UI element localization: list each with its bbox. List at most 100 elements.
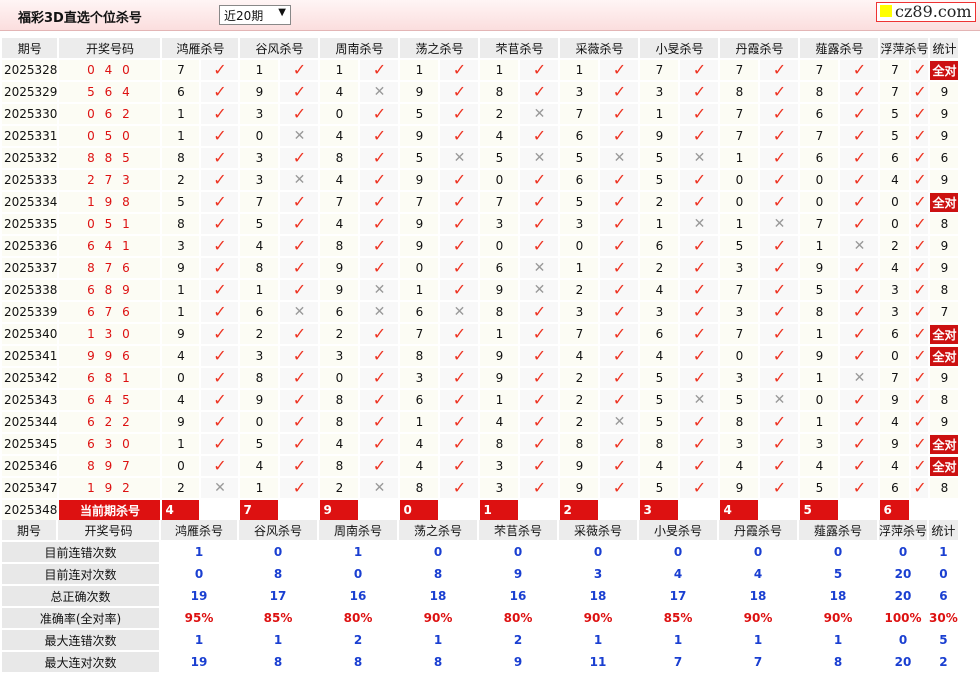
row-stat-value: 9	[940, 107, 949, 121]
col-header-expert: 采薇杀号	[560, 38, 639, 58]
result-mark: ✓	[600, 346, 639, 366]
checkmark-icon: ✓	[772, 126, 787, 145]
kill-number: 9	[480, 368, 519, 388]
kill-number: 4	[640, 280, 679, 300]
row-stat: 9	[930, 104, 959, 124]
kill-number: 7	[560, 324, 599, 344]
stats-value: 19	[190, 655, 208, 669]
result-mark: ✓	[440, 434, 479, 454]
table-row: 2025332 8 8 5 8 ✓ 3 ✓ 8 ✓ 5 ✕ 5 ✕ 5 ✕ 5 ✕ 1 ✓ 6 ✓ 6 ✓ 6	[2, 148, 959, 168]
kill-number: 1	[800, 412, 839, 432]
issue-number: 2025344	[2, 412, 58, 432]
checkmark-icon: ✓	[612, 280, 627, 299]
row-stat: 全对	[930, 434, 959, 454]
result-mark: ✓	[840, 390, 879, 410]
kill-number: 4	[320, 126, 359, 146]
checkmark-icon: ✓	[372, 258, 387, 277]
stats-value: 1	[833, 633, 843, 647]
kill-number: 5	[800, 280, 839, 300]
checkmark-icon: ✓	[452, 258, 467, 277]
col-header-expert: 浮萍杀号	[880, 38, 929, 58]
kill-number: 9	[880, 434, 910, 454]
checkmark-icon: ✓	[532, 324, 547, 343]
result-mark: ✓	[280, 60, 319, 80]
checkmark-icon: ✓	[213, 456, 227, 475]
checkmark-icon: ✓	[852, 346, 867, 365]
result-mark: ✓	[280, 104, 319, 124]
stats-value: 20	[894, 589, 912, 603]
result-mark: ✓	[520, 346, 559, 366]
result-mark: ✓	[680, 368, 719, 388]
kill-number: 7	[720, 60, 759, 80]
checkmark-icon: ✓	[913, 236, 927, 255]
result-mark: ✓	[760, 456, 799, 476]
kill-number: 5	[880, 104, 910, 124]
row-stat: 7	[930, 302, 959, 322]
row-stat-value: 9	[940, 85, 949, 99]
site-logo[interactable]: cz89.com	[876, 2, 976, 22]
checkmark-icon: ✓	[692, 258, 707, 277]
all-correct-badge: 全对	[930, 456, 959, 476]
current-kill-number: 0	[400, 500, 439, 520]
result-mark: ✓	[680, 104, 719, 124]
checkmark-icon: ✓	[372, 456, 387, 475]
draw-number: 2 7 3	[59, 170, 161, 190]
result-mark: ✓	[280, 82, 319, 102]
stats-value: 18	[749, 589, 767, 603]
row-stat: 9	[930, 258, 959, 278]
checkmark-icon: ✓	[452, 192, 467, 211]
checkmark-icon: ✓	[913, 60, 927, 79]
kill-number: 1	[240, 478, 279, 498]
issue-number: 2025346	[2, 456, 58, 476]
kill-number: 9	[800, 346, 839, 366]
kill-number: 2	[320, 324, 359, 344]
cross-icon: ✕	[453, 150, 466, 166]
kill-number: 8	[400, 346, 439, 366]
table-row: 2025337 8 7 6 9 ✓ 8 ✓ 9 ✓ 0 ✓ 6 ✕ 1 ✓ 2 ✓ 3 ✓ 9 ✓ 4 ✓ 9	[2, 258, 959, 278]
checkmark-icon: ✓	[372, 214, 387, 233]
checkmark-icon: ✓	[772, 104, 787, 123]
kill-number: 3	[880, 280, 910, 300]
draw-number: 9 9 6	[59, 346, 161, 366]
stats-total: 30%	[929, 611, 958, 625]
kill-number: 8	[162, 148, 200, 168]
period-select[interactable]: 近20期 ▼	[219, 5, 291, 25]
checkmark-icon: ✓	[532, 412, 547, 431]
kill-number: 6	[880, 478, 910, 498]
result-mark: ✓	[360, 412, 399, 432]
kill-number: 7	[400, 192, 439, 212]
checkmark-icon: ✓	[213, 192, 227, 211]
kill-number: 5	[720, 390, 759, 410]
checkmark-icon: ✓	[532, 346, 547, 365]
kill-number: 9	[400, 214, 439, 234]
kill-number: 5	[480, 148, 519, 168]
result-mark: ✓	[680, 126, 719, 146]
kill-number: 3	[240, 170, 279, 190]
draw-number: 1 3 0	[59, 324, 161, 344]
checkmark-icon: ✓	[213, 302, 227, 321]
stats-label: 准确率(全对率)	[2, 608, 159, 628]
result-mark: ✓	[760, 434, 799, 454]
col-header-expert: 荡之杀号	[400, 38, 479, 58]
row-stat: 9	[930, 82, 959, 102]
result-mark: ✓	[360, 258, 399, 278]
stats-value: 8	[433, 567, 443, 581]
cross-icon: ✕	[773, 216, 786, 232]
checkmark-icon: ✓	[612, 346, 627, 365]
checkmark-icon: ✓	[772, 258, 787, 277]
kill-number: 6	[640, 236, 679, 256]
kill-number: 5	[560, 148, 599, 168]
checkmark-icon: ✓	[372, 60, 387, 79]
checkmark-icon: ✓	[772, 192, 787, 211]
result-mark: ✓	[360, 192, 399, 212]
result-mark: ✓	[201, 368, 239, 388]
result-mark: ✓	[360, 60, 399, 80]
kill-number: 1	[560, 258, 599, 278]
result-mark: ✓	[440, 170, 479, 190]
draw-number: 6 7 6	[59, 302, 161, 322]
table-row: 2025331 0 5 0 1 ✓ 0 ✕ 4 ✓ 9 ✓ 4 ✓ 6 ✓ 9 ✓ 7 ✓ 7 ✓ 5 ✓ 9	[2, 126, 959, 146]
result-mark: ✓	[680, 324, 719, 344]
checkmark-icon: ✓	[852, 214, 867, 233]
kill-number: 8	[800, 302, 839, 322]
checkmark-icon: ✓	[692, 192, 707, 211]
